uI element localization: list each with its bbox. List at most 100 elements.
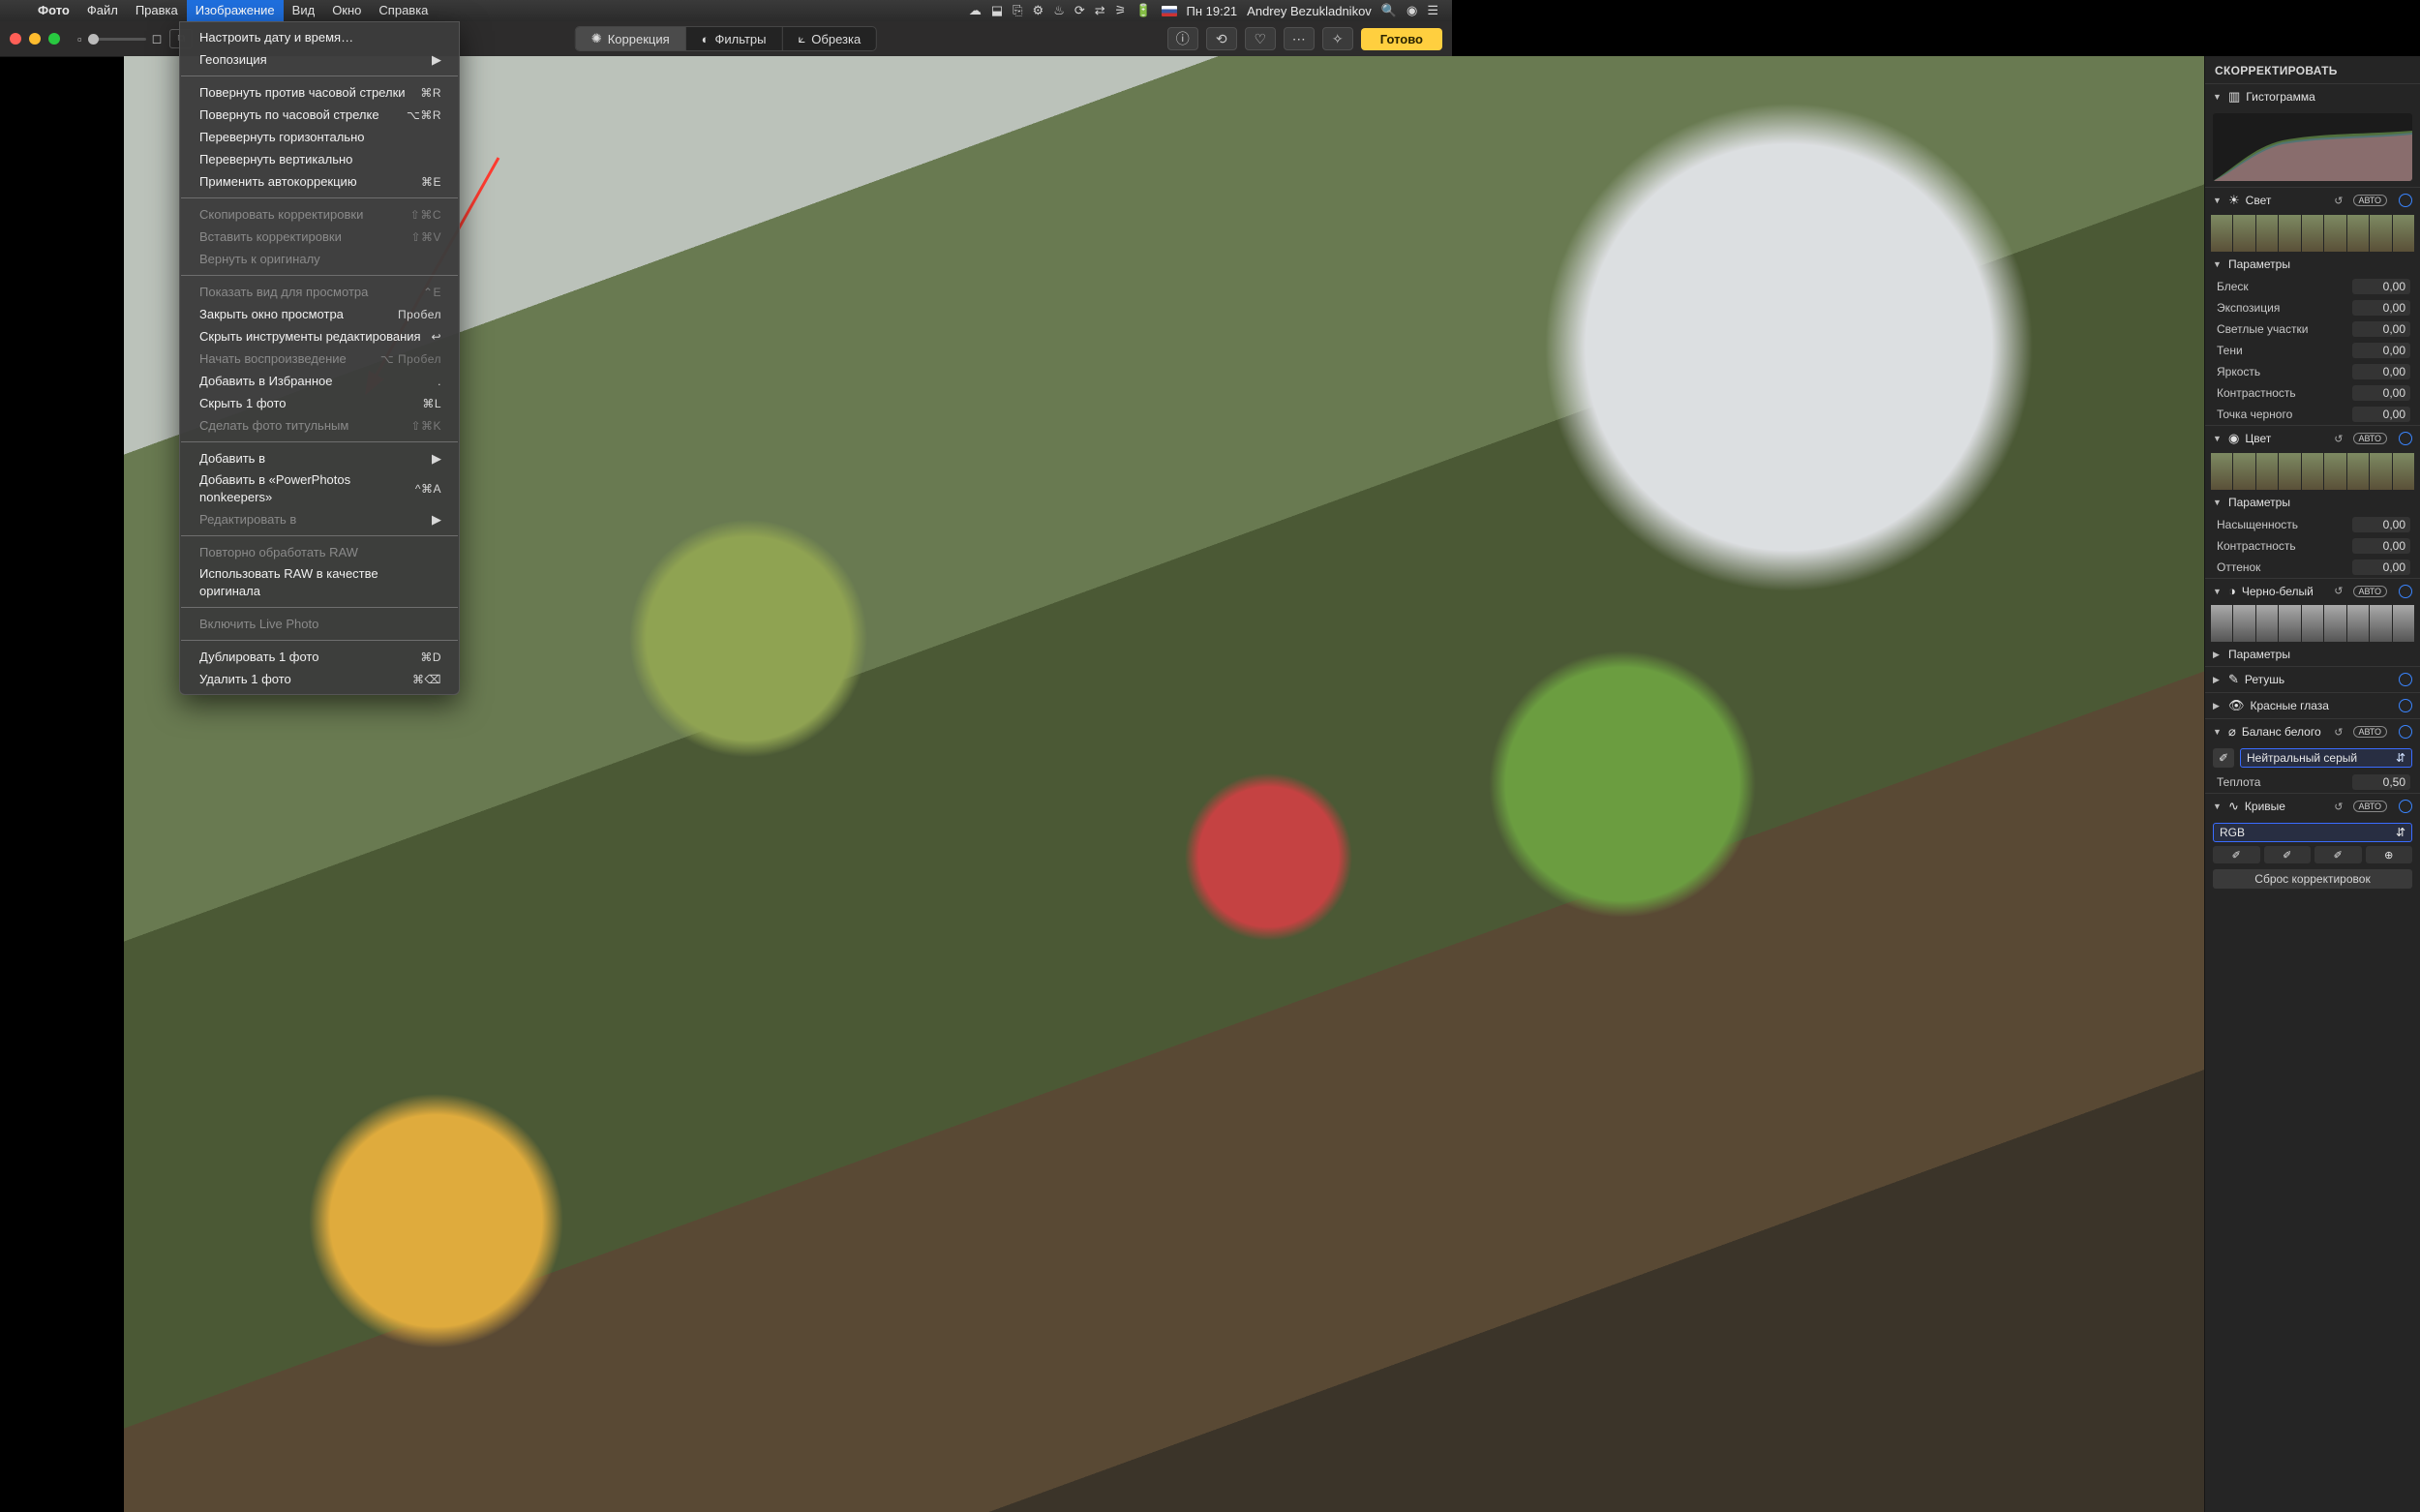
extensions-button[interactable]: ⋯ bbox=[1284, 27, 1315, 50]
light-header[interactable]: ▼ ☀︎ Свет ↺ АВТО bbox=[2205, 188, 2420, 213]
curves-channel-select[interactable]: RGB⇵ bbox=[2213, 823, 2412, 842]
retouch-header[interactable]: ▶ ✎ Ретушь bbox=[2205, 667, 2420, 692]
param-value[interactable]: 0,00 bbox=[2352, 538, 2410, 554]
menu-window[interactable]: Окно bbox=[323, 0, 370, 21]
curve-black-picker[interactable]: ✐ bbox=[2213, 846, 2260, 863]
color-thumbs[interactable] bbox=[2211, 453, 2414, 490]
light-thumbs[interactable] bbox=[2211, 215, 2414, 252]
color-auto[interactable]: АВТО bbox=[2353, 433, 2388, 444]
menu-item[interactable]: Использовать RAW в качестве оригинала bbox=[180, 563, 459, 602]
bw-auto[interactable]: АВТО bbox=[2353, 586, 2388, 597]
menu-file[interactable]: Файл bbox=[78, 0, 127, 21]
redeye-header[interactable]: ▶ 👁 Красные глаза bbox=[2205, 693, 2420, 718]
menu-item[interactable]: Добавить в Избранное. bbox=[180, 370, 459, 392]
menubar-user[interactable]: Andrey Bezukladnikov bbox=[1247, 4, 1372, 18]
done-button[interactable]: Готово bbox=[1361, 28, 1442, 50]
sync-icon[interactable]: ⟳ bbox=[1074, 3, 1085, 18]
tab-crop[interactable]: ⟀Обрезка bbox=[783, 27, 877, 50]
param-value[interactable]: 0,00 bbox=[2352, 343, 2410, 358]
wb-mode-select[interactable]: Нейтральный серый⇵ bbox=[2240, 748, 2412, 768]
light-params-header[interactable]: ▼ Параметры bbox=[2205, 256, 2420, 276]
curve-white-picker[interactable]: ✐ bbox=[2314, 846, 2362, 863]
window-close[interactable] bbox=[10, 33, 21, 45]
wb-auto[interactable]: АВТО bbox=[2353, 726, 2388, 738]
menu-item[interactable]: Добавить в▶ bbox=[180, 447, 459, 469]
wifi-icon[interactable]: ⚞ bbox=[1115, 3, 1127, 18]
menu-item[interactable]: Настроить дату и время… bbox=[180, 26, 459, 48]
eyedropper-button[interactable]: ✐ bbox=[2213, 748, 2234, 768]
menu-item[interactable]: Повернуть по часовой стрелке⌥⌘R bbox=[180, 104, 459, 126]
notification-center-icon[interactable]: ☰ bbox=[1427, 3, 1438, 18]
arrows-icon[interactable]: ⇄ bbox=[1095, 3, 1105, 18]
enhance-button[interactable]: ✧ bbox=[1322, 27, 1353, 50]
color-enable-dot[interactable] bbox=[2399, 432, 2412, 445]
curves-enable-dot[interactable] bbox=[2399, 800, 2412, 813]
reset-icon[interactable]: ↺ bbox=[2334, 433, 2343, 445]
tab-adjust[interactable]: ✺Коррекция bbox=[576, 27, 686, 50]
param-value[interactable]: 0,00 bbox=[2352, 517, 2410, 532]
dropbox-icon[interactable]: ⬓ bbox=[991, 3, 1003, 18]
menu-item[interactable]: Геопозиция▶ bbox=[180, 48, 459, 71]
wb-warmth-value[interactable]: 0,50 bbox=[2352, 774, 2410, 790]
histogram-header[interactable]: ▼ ▥ Гистограмма bbox=[2205, 84, 2420, 109]
menu-item[interactable]: Скрыть инструменты редактирования↩ bbox=[180, 325, 459, 348]
menu-help[interactable]: Справка bbox=[370, 0, 437, 21]
menu-item[interactable]: Скрыть 1 фото⌘L bbox=[180, 392, 459, 414]
menu-item[interactable]: Закрыть окно просмотраПробел bbox=[180, 303, 459, 325]
light-auto[interactable]: АВТО bbox=[2353, 195, 2388, 206]
rotate-button[interactable]: ⟲ bbox=[1206, 27, 1237, 50]
param-value[interactable]: 0,00 bbox=[2352, 364, 2410, 379]
favorite-button[interactable]: ♡ bbox=[1245, 27, 1276, 50]
spotlight-icon[interactable]: 🔍 bbox=[1381, 3, 1397, 18]
menu-edit[interactable]: Правка bbox=[127, 0, 187, 21]
param-value[interactable]: 0,00 bbox=[2352, 300, 2410, 316]
reset-adjustments-button[interactable]: Сброс корректировок bbox=[2213, 869, 2412, 889]
menu-item[interactable]: Дублировать 1 фото⌘D bbox=[180, 646, 459, 668]
reset-icon[interactable]: ↺ bbox=[2334, 585, 2343, 597]
siri-icon[interactable]: ◉ bbox=[1407, 3, 1417, 18]
reset-icon[interactable]: ↺ bbox=[2334, 801, 2343, 813]
curves-auto[interactable]: АВТО bbox=[2353, 801, 2388, 812]
app-name[interactable]: Фото bbox=[29, 0, 78, 21]
info-button[interactable]: ⓘ bbox=[1167, 27, 1198, 50]
wb-enable-dot[interactable] bbox=[2399, 725, 2412, 739]
param-value[interactable]: 0,00 bbox=[2352, 407, 2410, 422]
redeye-enable-dot[interactable] bbox=[2399, 699, 2412, 712]
window-minimize[interactable] bbox=[29, 33, 41, 45]
color-header[interactable]: ▼ ◉ Цвет ↺ АВТО bbox=[2205, 426, 2420, 451]
battery-icon[interactable]: 🔋 bbox=[1135, 3, 1151, 18]
bw-params-header[interactable]: ▶ Параметры bbox=[2205, 646, 2420, 666]
curve-gray-picker[interactable]: ✐ bbox=[2264, 846, 2312, 863]
clipboard-icon[interactable]: ⎘ bbox=[1013, 3, 1022, 18]
bw-header[interactable]: ▼ ◑ Черно-белый ↺ АВТО bbox=[2205, 579, 2420, 603]
reset-icon[interactable]: ↺ bbox=[2334, 726, 2343, 739]
menu-item[interactable]: Добавить в «PowerPhotos nonkeepers»^⌘A bbox=[180, 469, 459, 508]
param-value[interactable]: 0,00 bbox=[2352, 279, 2410, 294]
color-params-header[interactable]: ▼ Параметры bbox=[2205, 494, 2420, 514]
menubar-clock[interactable]: Пн 19:21 bbox=[1187, 4, 1238, 18]
menu-item[interactable]: Применить автокоррекцию⌘E bbox=[180, 170, 459, 193]
cloud-icon[interactable]: ☁︎ bbox=[969, 3, 982, 18]
param-value[interactable]: 0,00 bbox=[2352, 321, 2410, 337]
input-flag-ru[interactable] bbox=[1162, 6, 1177, 16]
menu-view[interactable]: Вид bbox=[284, 0, 324, 21]
menu-item[interactable]: Перевернуть горизонтально bbox=[180, 126, 459, 148]
curve-point-picker[interactable]: ⊕ bbox=[2366, 846, 2413, 863]
zoom-slider[interactable]: ▫ ◻ bbox=[77, 31, 162, 46]
param-value[interactable]: 0,00 bbox=[2352, 385, 2410, 401]
menu-image[interactable]: Изображение bbox=[187, 0, 284, 21]
retouch-enable-dot[interactable] bbox=[2399, 673, 2412, 686]
window-fullscreen[interactable] bbox=[48, 33, 60, 45]
bw-enable-dot[interactable] bbox=[2399, 585, 2412, 598]
wb-header[interactable]: ▼ ⌀ Баланс белого ↺ АВТО bbox=[2205, 719, 2420, 744]
param-value[interactable]: 0,00 bbox=[2352, 559, 2410, 575]
backblaze-icon[interactable]: ⚙︎ bbox=[1033, 3, 1044, 18]
curves-header[interactable]: ▼ ∿ Кривые ↺ АВТО bbox=[2205, 794, 2420, 819]
menu-item[interactable]: Перевернуть вертикально bbox=[180, 148, 459, 170]
menu-item[interactable]: Повернуть против часовой стрелки⌘R bbox=[180, 81, 459, 104]
tab-filters[interactable]: ◐Фильтры bbox=[686, 27, 783, 50]
reset-icon[interactable]: ↺ bbox=[2334, 195, 2343, 207]
flame-icon[interactable]: ♨︎ bbox=[1053, 3, 1065, 18]
light-enable-dot[interactable] bbox=[2399, 194, 2412, 207]
menu-item[interactable]: Удалить 1 фото⌘⌫ bbox=[180, 668, 459, 690]
